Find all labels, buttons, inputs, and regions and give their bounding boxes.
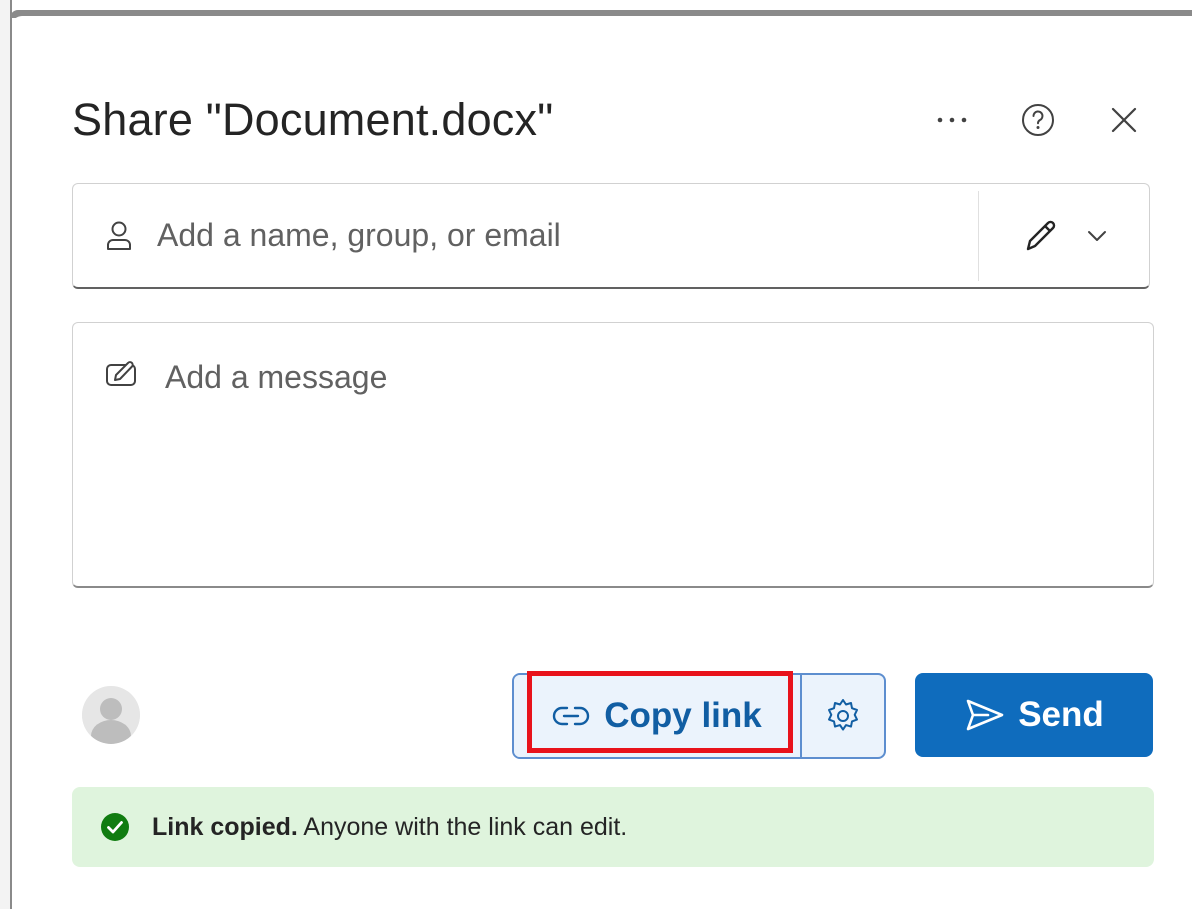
send-label: Send (1018, 695, 1104, 734)
share-dialog: Share "Document.docx" Add a name, group,… (12, 16, 1192, 909)
close-icon (1111, 107, 1137, 133)
permission-dropdown[interactable] (979, 184, 1149, 287)
chevron-down-icon (1088, 230, 1106, 241)
recipients-input[interactable] (155, 216, 919, 255)
copy-link-group: Copy link (512, 673, 886, 759)
help-button[interactable] (1018, 100, 1058, 140)
send-icon (966, 699, 1004, 731)
compose-message-icon (106, 361, 136, 386)
copy-link-label: Copy link (604, 696, 762, 735)
send-button[interactable]: Send (915, 673, 1153, 757)
gear-icon (828, 699, 858, 731)
pencil-icon (1026, 220, 1056, 250)
close-button[interactable] (1104, 100, 1144, 140)
toast-message: Anyone with the link can edit. (297, 812, 628, 841)
message-input[interactable] (163, 357, 1127, 561)
copy-link-button[interactable]: Copy link (514, 675, 800, 757)
background-window-edge (0, 0, 12, 909)
help-icon (1022, 104, 1054, 136)
dialog-title: Share "Document.docx" (72, 94, 554, 145)
header-actions (932, 100, 1144, 140)
link-icon (553, 706, 590, 726)
check-circle-icon (101, 813, 129, 841)
ellipsis-icon (937, 117, 967, 123)
recipients-field (72, 183, 1150, 289)
person-icon (107, 221, 131, 250)
more-options-button[interactable] (932, 100, 972, 140)
link-settings-button[interactable] (802, 675, 884, 757)
recipients-input-wrapper (73, 184, 978, 287)
toast-title: Link copied. (152, 812, 298, 841)
avatar (82, 686, 140, 744)
screen: Share "Document.docx" Add a name, group,… (0, 0, 1192, 909)
link-copied-toast: Link copied. Anyone with the link can ed… (72, 787, 1154, 867)
message-field (72, 322, 1154, 588)
person-avatar-icon (82, 686, 140, 744)
